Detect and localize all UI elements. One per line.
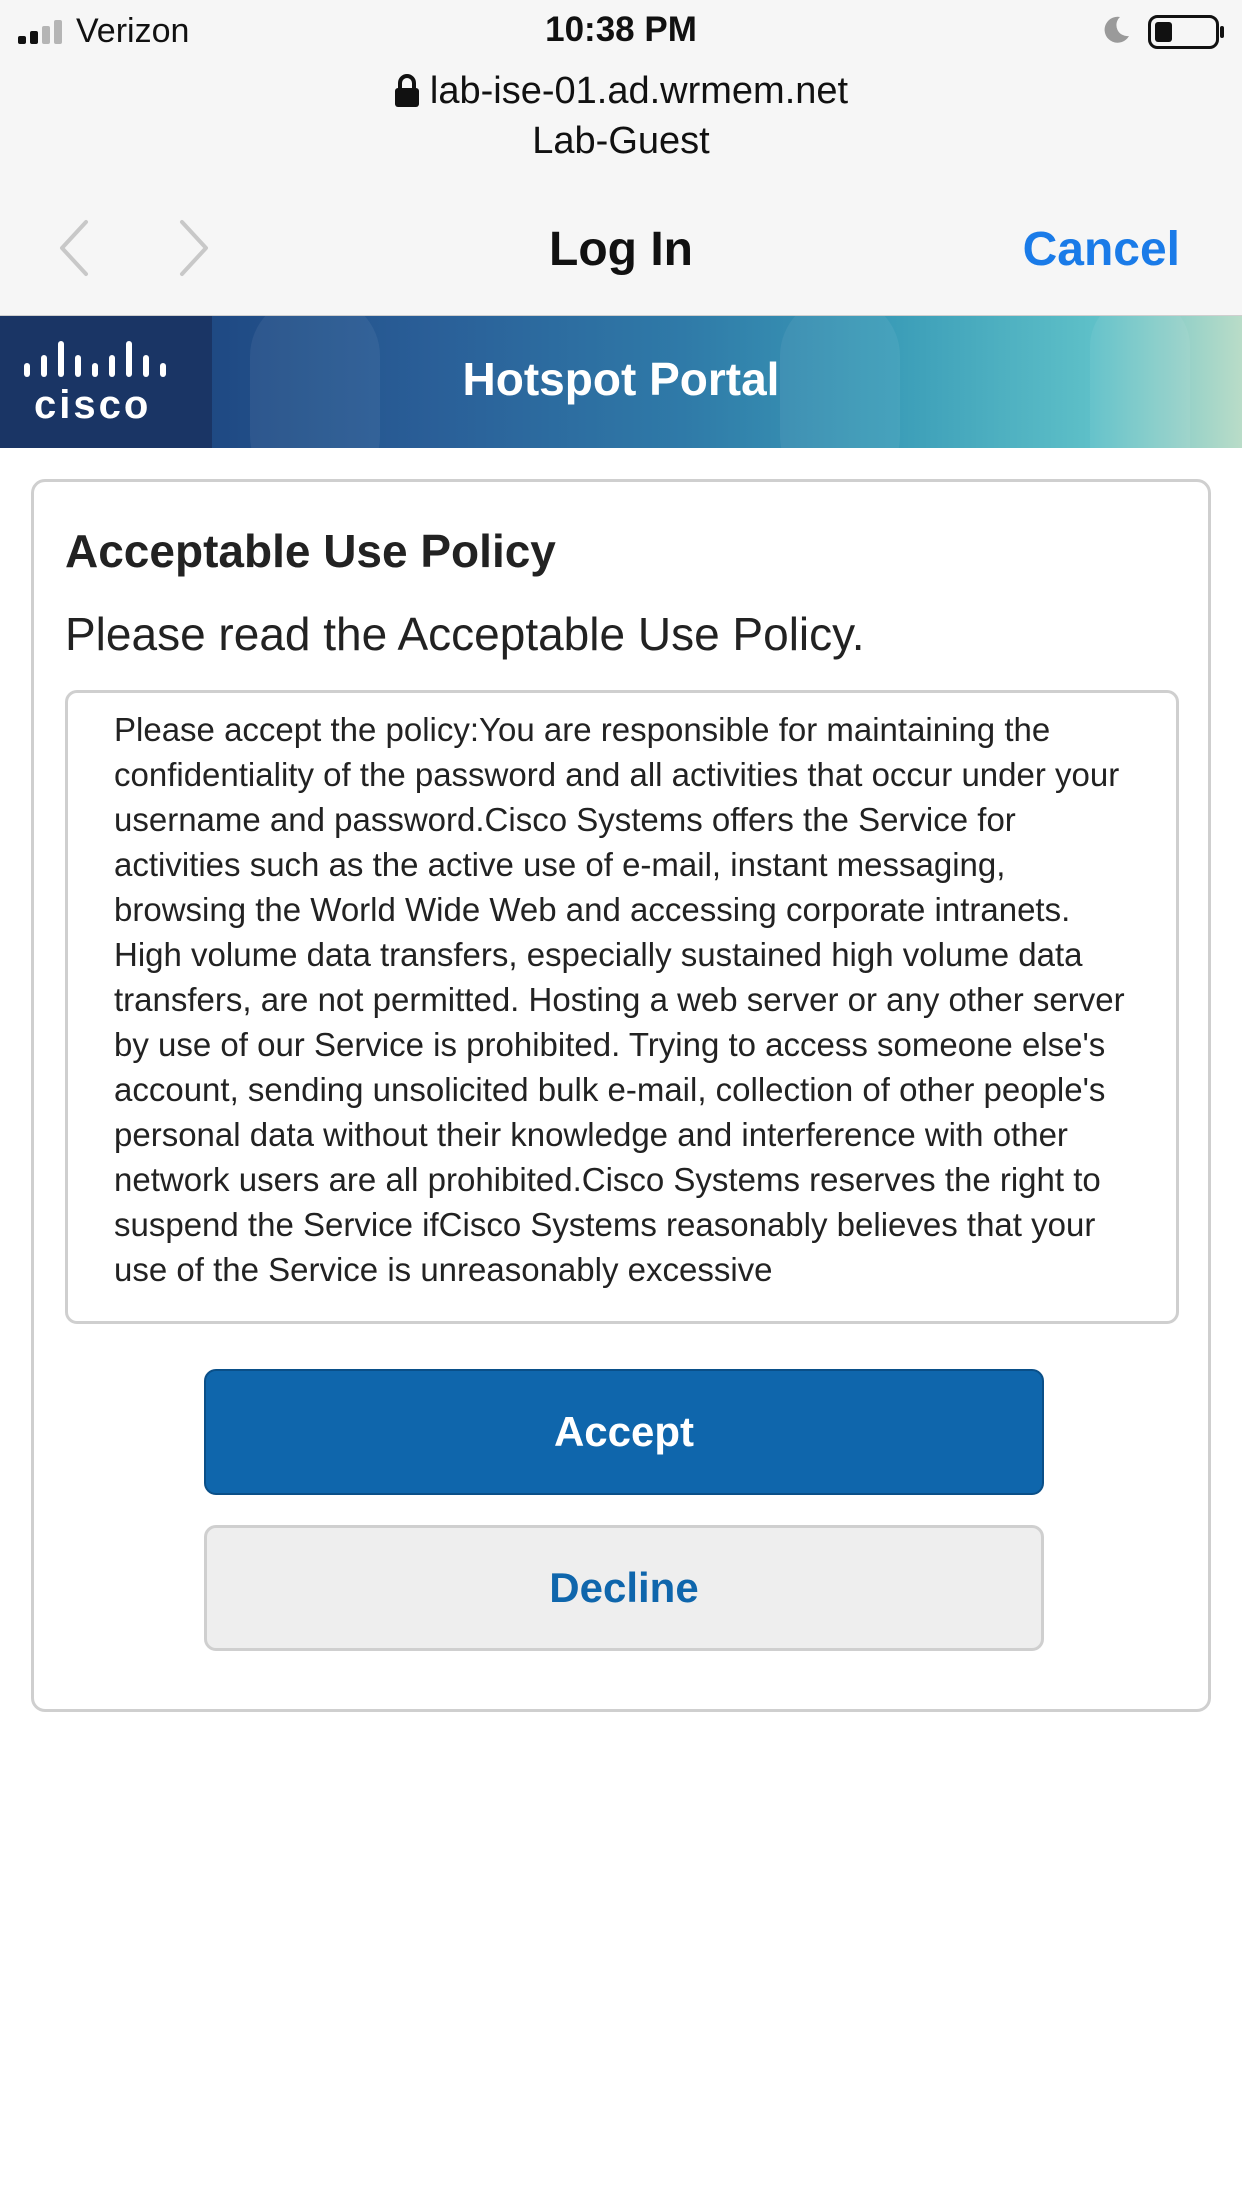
policy-card: Acceptable Use Policy Please read the Ac… xyxy=(31,479,1211,1712)
policy-subheading: Please read the Acceptable Use Policy. xyxy=(65,608,865,660)
portal-banner: cisco Hotspot Portal xyxy=(0,316,1242,448)
url-bar: lab-ise-01.ad.wrmem.net xyxy=(0,66,1242,116)
network-name: Lab-Guest xyxy=(532,120,710,162)
page-url: lab-ise-01.ad.wrmem.net xyxy=(429,69,849,112)
policy-text-box[interactable]: Please accept the policy:You are respons… xyxy=(65,690,1179,1324)
battery-icon xyxy=(1148,15,1224,49)
decline-button[interactable]: Decline xyxy=(204,1525,1044,1651)
status-time: 10:38 PM xyxy=(545,10,697,49)
policy-heading: Acceptable Use Policy xyxy=(65,525,556,577)
policy-body-text: Please accept the policy:You are respons… xyxy=(114,711,1125,1288)
portal-title: Hotspot Portal xyxy=(462,353,780,405)
cancel-button[interactable]: Cancel xyxy=(1023,222,1180,277)
do-not-disturb-moon-icon xyxy=(1104,16,1129,43)
accept-button[interactable]: Accept xyxy=(204,1369,1044,1495)
status-bar: Verizon 10:38 PM xyxy=(0,0,1242,62)
captive-portal-header: lab-ise-01.ad.wrmem.net Lab-Guest Log In… xyxy=(0,62,1242,316)
lock-icon xyxy=(394,74,419,107)
